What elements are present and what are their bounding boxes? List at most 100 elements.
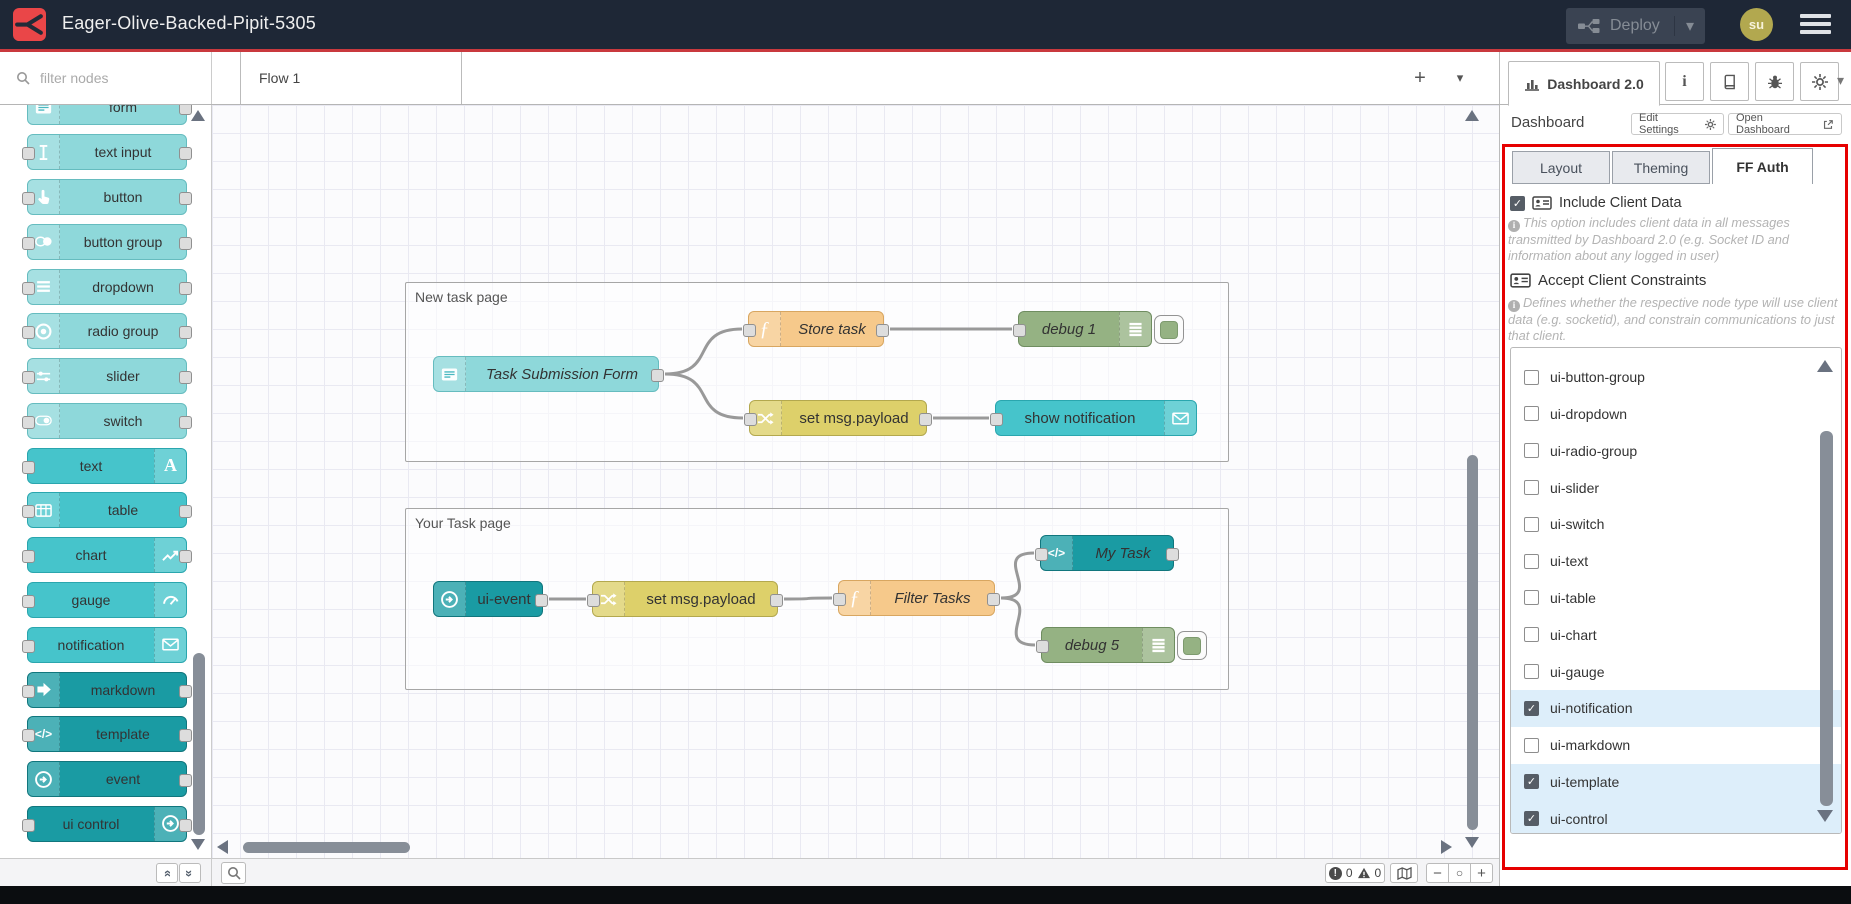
flow-node[interactable]: set msg.payload (592, 581, 778, 617)
palette-scroll-down-icon[interactable] (191, 839, 205, 850)
output-port[interactable] (179, 237, 192, 250)
output-port[interactable] (179, 685, 192, 698)
palette-node-switch[interactable]: switch (27, 403, 187, 439)
palette-node-dropdown[interactable]: dropdown (27, 269, 187, 305)
node-type-checkbox[interactable] (1524, 590, 1539, 605)
input-port[interactable] (1013, 324, 1026, 337)
input-port[interactable] (744, 413, 757, 426)
deploy-button[interactable]: Deploy ▾ (1566, 8, 1705, 44)
node-type-checkbox[interactable] (1524, 738, 1539, 753)
sidebar-menu-caret-icon[interactable]: ▾ (1837, 72, 1844, 89)
palette-node-template[interactable]: </>template (27, 716, 187, 752)
output-port[interactable] (179, 774, 192, 787)
node-type-row-ui-button-group[interactable]: ui-button-group (1511, 359, 1841, 396)
palette-node-slider[interactable]: slider (27, 358, 187, 394)
node-type-checkbox[interactable] (1524, 370, 1539, 385)
user-avatar[interactable]: su (1740, 8, 1773, 41)
flow-node[interactable]: ui-event (433, 581, 543, 617)
main-menu-button[interactable] (1800, 14, 1831, 38)
input-port[interactable] (22, 461, 35, 474)
node-type-row-ui-switch[interactable]: ui-switch (1511, 506, 1841, 543)
input-port[interactable] (22, 729, 35, 742)
debug-sidebar-button[interactable] (1755, 62, 1794, 101)
node-type-row-ui-markdown[interactable]: ui-markdown (1511, 727, 1841, 764)
node-type-row-ui-control[interactable]: ✓ui-control (1511, 800, 1841, 834)
wire[interactable] (665, 374, 743, 418)
settings-sidebar-button[interactable] (1800, 62, 1839, 101)
zoom-reset-button[interactable]: ○ (1448, 863, 1471, 883)
output-port[interactable] (1166, 548, 1179, 561)
flow-node[interactable]: ƒStore task (748, 311, 884, 347)
output-port[interactable] (179, 371, 192, 384)
flow-node[interactable]: </>My Task (1040, 535, 1174, 571)
input-port[interactable] (22, 326, 35, 339)
output-port[interactable] (179, 105, 192, 115)
input-port[interactable] (22, 640, 35, 653)
node-type-checkbox[interactable]: ✓ (1524, 811, 1539, 826)
node-type-checkbox[interactable] (1524, 664, 1539, 679)
input-port[interactable] (22, 371, 35, 384)
node-type-checkbox[interactable] (1524, 347, 1539, 348)
node-type-checkbox[interactable] (1524, 627, 1539, 642)
input-port[interactable] (22, 147, 35, 160)
node-type-row-ui-radio-group[interactable]: ui-radio-group (1511, 432, 1841, 469)
tab-layout[interactable]: Layout (1512, 151, 1610, 184)
node-type-checkbox[interactable] (1524, 517, 1539, 532)
flow-node[interactable]: debug 5 (1041, 627, 1175, 663)
palette-node-radio-group[interactable]: radio group (27, 313, 187, 349)
palette-scrollbar[interactable] (193, 653, 205, 835)
node-type-checkbox[interactable] (1524, 480, 1539, 495)
input-port[interactable] (22, 685, 35, 698)
palette-node-text[interactable]: textA (27, 448, 187, 484)
input-port[interactable] (587, 594, 600, 607)
input-port[interactable] (22, 550, 35, 563)
output-port[interactable] (179, 819, 192, 832)
palette-scroll-up-icon[interactable] (191, 110, 205, 121)
help-sidebar-button[interactable] (1710, 62, 1749, 101)
input-port[interactable] (1035, 548, 1048, 561)
node-type-row-ui-slider[interactable]: ui-slider (1511, 469, 1841, 506)
search-flows-button[interactable] (221, 862, 246, 884)
flow-tab[interactable]: Flow 1 (240, 52, 462, 104)
node-type-row-ui-dropdown[interactable]: ui-dropdown (1511, 396, 1841, 433)
list-scroll-down-icon[interactable] (1817, 810, 1833, 822)
node-type-checkbox[interactable]: ✓ (1524, 701, 1539, 716)
node-type-row-ui-notification[interactable]: ✓ui-notification (1511, 690, 1841, 727)
wire[interactable] (1001, 553, 1034, 598)
input-port[interactable] (990, 413, 1003, 426)
input-port[interactable] (22, 192, 35, 205)
input-port[interactable] (743, 324, 756, 337)
node-type-checkbox[interactable] (1524, 406, 1539, 421)
tab-ff-auth[interactable]: FF Auth (1712, 148, 1813, 184)
input-port[interactable] (22, 505, 35, 518)
node-type-row-ui-text[interactable]: ui-text (1511, 543, 1841, 580)
deploy-dropdown-caret-icon[interactable]: ▾ (1674, 16, 1705, 36)
tab-theming[interactable]: Theming (1612, 151, 1710, 184)
palette-node-form[interactable]: form (27, 105, 187, 125)
output-port[interactable] (651, 369, 664, 382)
navigator-button[interactable] (1390, 863, 1418, 883)
input-port[interactable] (22, 237, 35, 250)
list-scrollbar[interactable] (1820, 431, 1833, 806)
wire[interactable] (665, 329, 742, 374)
node-type-checkbox[interactable] (1524, 554, 1539, 569)
node-type-row-ui-chart[interactable]: ui-chart (1511, 616, 1841, 653)
flow-list-caret-icon[interactable]: ▾ (1446, 64, 1474, 92)
output-port[interactable] (919, 413, 932, 426)
output-port[interactable] (179, 326, 192, 339)
debug-toggle-button[interactable] (1177, 631, 1207, 660)
flow-node[interactable]: debug 1 (1018, 311, 1152, 347)
node-type-row-ui-button[interactable]: ui-button (1511, 347, 1841, 359)
output-port[interactable] (987, 593, 1000, 606)
output-port[interactable] (179, 505, 192, 518)
palette-node-button-group[interactable]: button group (27, 224, 187, 260)
output-port[interactable] (179, 192, 192, 205)
input-port[interactable] (22, 595, 35, 608)
output-port[interactable] (535, 594, 548, 607)
palette-node-text-input[interactable]: text input (27, 134, 187, 170)
include-client-data-checkbox[interactable]: ✓ (1510, 196, 1525, 211)
output-port[interactable] (179, 147, 192, 160)
notifications-badge-button[interactable]: ! 0 0 (1325, 863, 1385, 883)
info-sidebar-button[interactable]: i (1665, 62, 1704, 101)
input-port[interactable] (22, 282, 35, 295)
